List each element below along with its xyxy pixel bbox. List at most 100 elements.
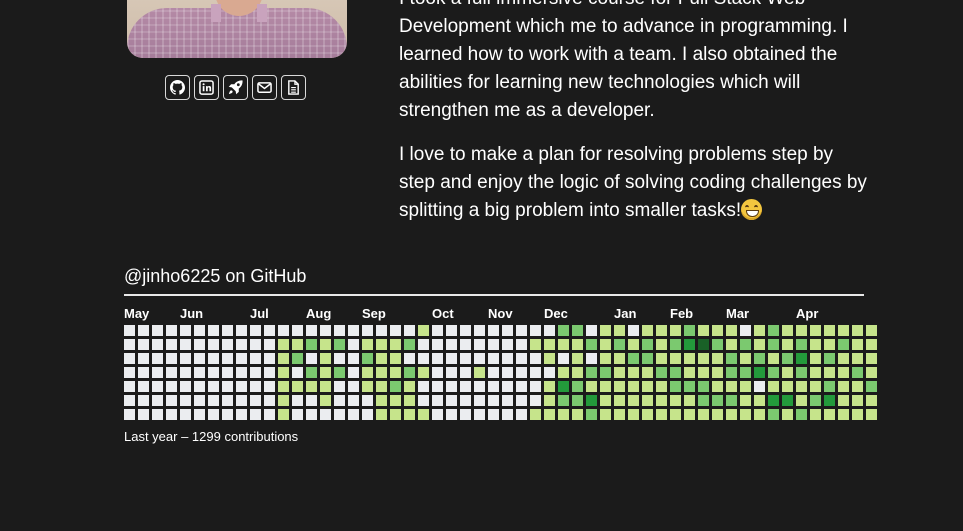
contribution-day[interactable]	[810, 367, 821, 378]
contribution-day[interactable]	[488, 409, 499, 420]
contribution-day[interactable]	[404, 409, 415, 420]
contribution-day[interactable]	[152, 353, 163, 364]
contribution-day[interactable]	[418, 409, 429, 420]
contribution-day[interactable]	[362, 409, 373, 420]
contribution-day[interactable]	[236, 325, 247, 336]
contribution-day[interactable]	[726, 353, 737, 364]
contribution-day[interactable]	[684, 381, 695, 392]
contribution-day[interactable]	[516, 339, 527, 350]
contribution-day[interactable]	[124, 409, 135, 420]
contribution-day[interactable]	[838, 409, 849, 420]
contribution-day[interactable]	[768, 325, 779, 336]
linkedin-link[interactable]	[194, 75, 219, 100]
contribution-day[interactable]	[348, 339, 359, 350]
contribution-day[interactable]	[418, 367, 429, 378]
github-link[interactable]	[165, 75, 190, 100]
contribution-day[interactable]	[586, 353, 597, 364]
contribution-day[interactable]	[502, 353, 513, 364]
contribution-day[interactable]	[138, 395, 149, 406]
portfolio-link[interactable]	[223, 75, 248, 100]
contribution-day[interactable]	[488, 325, 499, 336]
contribution-day[interactable]	[642, 381, 653, 392]
contribution-day[interactable]	[320, 381, 331, 392]
contribution-day[interactable]	[334, 339, 345, 350]
contribution-day[interactable]	[824, 367, 835, 378]
contribution-day[interactable]	[418, 339, 429, 350]
contribution-day[interactable]	[782, 395, 793, 406]
contribution-day[interactable]	[572, 395, 583, 406]
contribution-day[interactable]	[768, 409, 779, 420]
contribution-day[interactable]	[488, 395, 499, 406]
contribution-day[interactable]	[278, 395, 289, 406]
contribution-day[interactable]	[278, 367, 289, 378]
contribution-day[interactable]	[152, 339, 163, 350]
contribution-day[interactable]	[376, 367, 387, 378]
contribution-day[interactable]	[530, 339, 541, 350]
contribution-day[interactable]	[334, 367, 345, 378]
github-heading[interactable]: @jinho6225 on GitHub	[124, 266, 306, 287]
contribution-day[interactable]	[600, 339, 611, 350]
contribution-day[interactable]	[810, 353, 821, 364]
contribution-day[interactable]	[712, 339, 723, 350]
contribution-day[interactable]	[516, 395, 527, 406]
contribution-day[interactable]	[208, 339, 219, 350]
contribution-day[interactable]	[446, 395, 457, 406]
contribution-day[interactable]	[264, 381, 275, 392]
contribution-day[interactable]	[250, 353, 261, 364]
contribution-day[interactable]	[726, 395, 737, 406]
email-link[interactable]	[252, 75, 277, 100]
contribution-day[interactable]	[222, 381, 233, 392]
contribution-day[interactable]	[474, 339, 485, 350]
contribution-day[interactable]	[866, 339, 877, 350]
contribution-day[interactable]	[586, 395, 597, 406]
contribution-day[interactable]	[418, 381, 429, 392]
contribution-day[interactable]	[670, 409, 681, 420]
contribution-day[interactable]	[418, 325, 429, 336]
contribution-day[interactable]	[768, 381, 779, 392]
contribution-day[interactable]	[138, 367, 149, 378]
contribution-day[interactable]	[404, 395, 415, 406]
contribution-day[interactable]	[250, 339, 261, 350]
contribution-day[interactable]	[628, 367, 639, 378]
contribution-day[interactable]	[446, 325, 457, 336]
contribution-day[interactable]	[488, 381, 499, 392]
contribution-day[interactable]	[236, 409, 247, 420]
contribution-day[interactable]	[838, 367, 849, 378]
contribution-day[interactable]	[138, 339, 149, 350]
contribution-day[interactable]	[376, 381, 387, 392]
contribution-day[interactable]	[278, 339, 289, 350]
contribution-day[interactable]	[698, 367, 709, 378]
contribution-day[interactable]	[614, 325, 625, 336]
contribution-day[interactable]	[236, 381, 247, 392]
contribution-day[interactable]	[852, 325, 863, 336]
contribution-day[interactable]	[544, 381, 555, 392]
contribution-day[interactable]	[362, 353, 373, 364]
contribution-day[interactable]	[544, 367, 555, 378]
contribution-day[interactable]	[544, 409, 555, 420]
contribution-day[interactable]	[320, 353, 331, 364]
contribution-day[interactable]	[740, 381, 751, 392]
contribution-day[interactable]	[348, 381, 359, 392]
contribution-day[interactable]	[362, 339, 373, 350]
contribution-day[interactable]	[782, 409, 793, 420]
contribution-day[interactable]	[446, 381, 457, 392]
contribution-day[interactable]	[614, 367, 625, 378]
contribution-day[interactable]	[656, 409, 667, 420]
contribution-day[interactable]	[866, 353, 877, 364]
contribution-day[interactable]	[740, 353, 751, 364]
contribution-day[interactable]	[474, 395, 485, 406]
contribution-day[interactable]	[740, 367, 751, 378]
contribution-day[interactable]	[292, 339, 303, 350]
contribution-day[interactable]	[586, 339, 597, 350]
contribution-day[interactable]	[670, 381, 681, 392]
contribution-day[interactable]	[264, 325, 275, 336]
contribution-day[interactable]	[166, 325, 177, 336]
contribution-day[interactable]	[838, 339, 849, 350]
contribution-day[interactable]	[516, 367, 527, 378]
contribution-day[interactable]	[194, 339, 205, 350]
contribution-day[interactable]	[712, 395, 723, 406]
contribution-day[interactable]	[572, 339, 583, 350]
contribution-day[interactable]	[488, 339, 499, 350]
contribution-day[interactable]	[460, 367, 471, 378]
contribution-day[interactable]	[348, 325, 359, 336]
